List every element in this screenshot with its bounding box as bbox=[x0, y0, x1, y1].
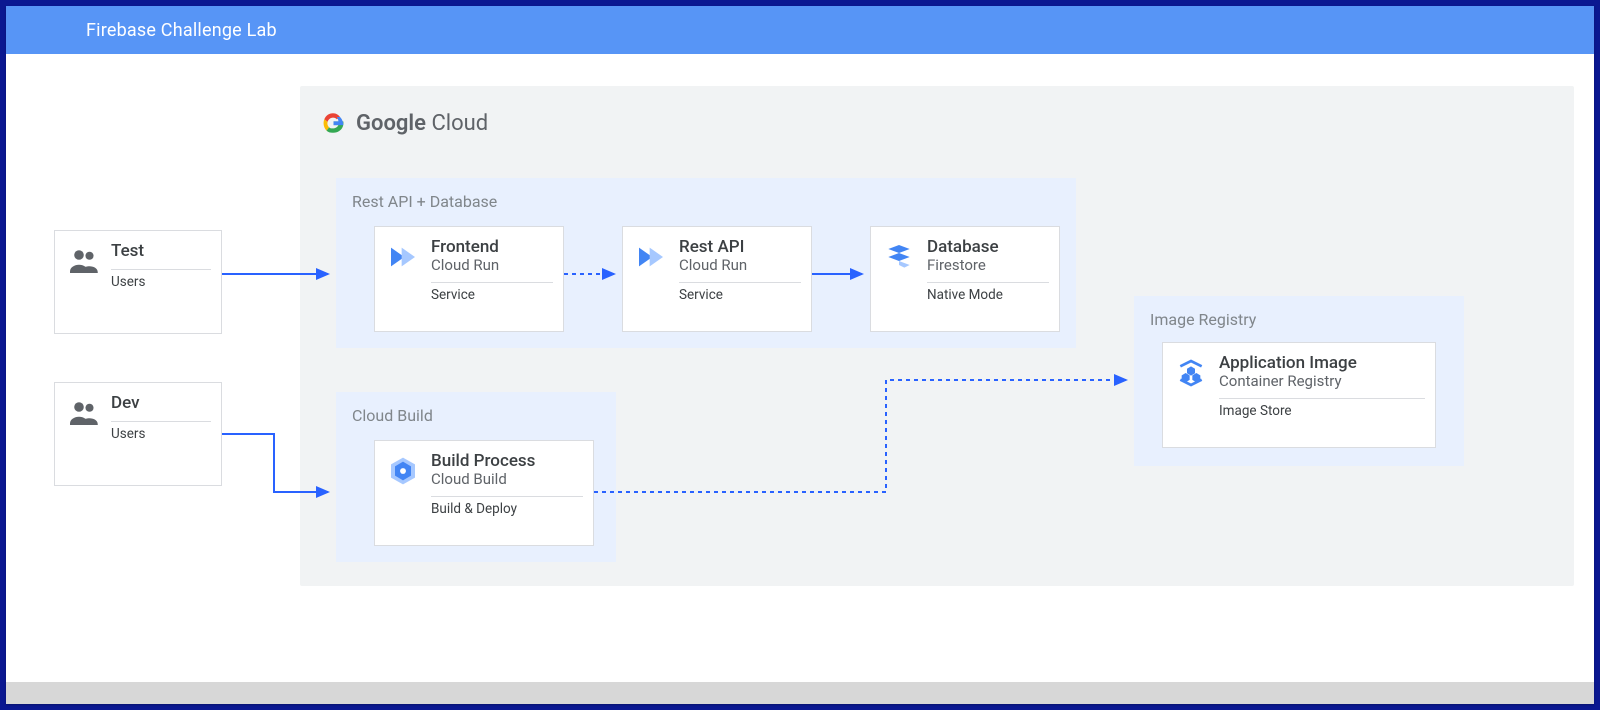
node-subtitle: Cloud Build bbox=[431, 470, 583, 488]
group-title: Rest API + Database bbox=[352, 192, 1060, 211]
node-title: Application Image bbox=[1219, 353, 1425, 373]
rest-api-node: Rest API Cloud Run Service bbox=[622, 226, 812, 332]
node-footer: Service bbox=[431, 287, 553, 303]
node-subtitle: Container Registry bbox=[1219, 372, 1425, 390]
node-subtitle: Firestore bbox=[927, 256, 1049, 274]
cloud-run-icon bbox=[635, 241, 667, 273]
application-image-node: Application Image Container Registry Ima… bbox=[1162, 342, 1436, 448]
cloud-build-icon bbox=[387, 455, 419, 487]
node-subtitle: Cloud Run bbox=[431, 256, 553, 274]
node-footer: Image Store bbox=[1219, 403, 1425, 419]
brand-text: Google Cloud bbox=[356, 111, 488, 136]
build-process-node: Build Process Cloud Build Build & Deploy bbox=[374, 440, 594, 546]
page-title: Firebase Challenge Lab bbox=[86, 20, 277, 41]
cloud-run-icon bbox=[387, 241, 419, 273]
users-icon bbox=[67, 395, 99, 427]
bottom-scrollbar[interactable] bbox=[6, 682, 1594, 704]
node-title: Frontend bbox=[431, 237, 553, 257]
node-footer: Users bbox=[111, 426, 211, 442]
node-title: Build Process bbox=[431, 451, 583, 471]
group-title: Cloud Build bbox=[352, 406, 600, 425]
group-title: Image Registry bbox=[1150, 310, 1448, 329]
database-node: Database Firestore Native Mode bbox=[870, 226, 1060, 332]
firestore-icon bbox=[883, 241, 915, 273]
frontend-node: Frontend Cloud Run Service bbox=[374, 226, 564, 332]
node-title: Dev bbox=[111, 393, 211, 413]
node-footer: Service bbox=[679, 287, 801, 303]
users-icon bbox=[67, 243, 99, 275]
google-cloud-logo: Google Cloud bbox=[320, 110, 488, 136]
node-title: Rest API bbox=[679, 237, 801, 257]
user-test-node: Test Users bbox=[54, 230, 222, 334]
header-bar: Firebase Challenge Lab bbox=[6, 6, 1594, 54]
google-cloud-icon bbox=[320, 110, 346, 136]
node-footer: Native Mode bbox=[927, 287, 1049, 303]
node-footer: Users bbox=[111, 274, 211, 290]
container-registry-icon bbox=[1175, 357, 1207, 389]
node-footer: Build & Deploy bbox=[431, 501, 583, 517]
user-dev-node: Dev Users bbox=[54, 382, 222, 486]
node-subtitle: Cloud Run bbox=[679, 256, 801, 274]
node-title: Database bbox=[927, 237, 1049, 257]
node-title: Test bbox=[111, 241, 211, 261]
